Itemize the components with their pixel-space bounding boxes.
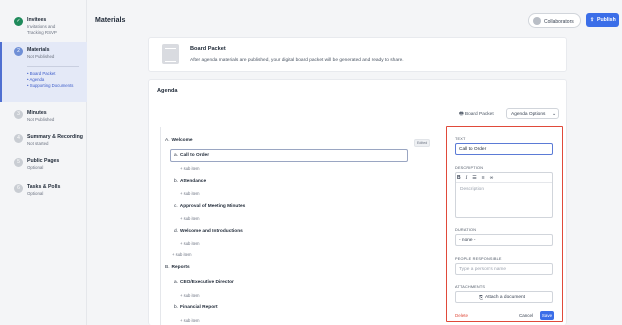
share-icon: ⇪ [590,16,595,23]
check-icon: ✓ [14,17,23,26]
avatar-icon [533,17,541,25]
step-title: Minutes [27,110,47,116]
document-icon [162,44,179,64]
agenda-section[interactable]: B. Reports [165,265,190,270]
description-label: DESCRIPTION [455,166,484,170]
people-responsible-label: PEOPLE RESPONSIBLE [455,257,502,261]
agenda-item[interactable]: c. Approval of Meeting Minutes [174,204,245,209]
step-title: Summary & Recording [27,134,83,140]
step-title: Tasks & Polls [27,184,61,190]
attach-document-label: Attach a document [485,295,525,300]
agenda-item[interactable]: a. Call to Order [174,153,209,158]
agenda-item[interactable]: d. Welcome and Introductions [174,229,243,234]
text-label: TEXT [455,137,466,141]
step-number: 5 [14,158,23,167]
people-responsible-input[interactable]: Type a person's name [455,263,553,275]
attach-document-button[interactable]: ⎘ Attach a document [455,291,553,303]
add-sub-item-link[interactable]: + sub item [180,293,199,298]
italic-icon[interactable]: I [466,176,468,181]
step-number: 6 [14,184,23,193]
board-packet-btn-label: Board Packet [464,112,494,117]
step-number: 3 [14,110,23,119]
collaborators-button[interactable]: Collaborators [528,13,581,28]
add-sub-item-link[interactable]: + sub item [180,166,199,171]
agenda-title: Agenda [157,88,178,94]
board-packet-title: Board Packet [190,46,226,52]
material-subitems: Board Packet Agenda Supporting Documents [27,71,73,90]
agenda-board-packet-button[interactable]: 🖶 Board Packet [459,111,494,119]
delete-button[interactable]: Delete [455,313,468,318]
chevron-down-icon: ⌄ [552,110,557,117]
agenda-options-button[interactable]: Agenda Options ⌄ [506,108,559,119]
board-packet-card: Board Packet After agenda materials are … [148,37,567,72]
step-subtitle: Optional [27,191,44,196]
duration-select[interactable]: - none - [455,234,553,246]
step-tasks-polls[interactable]: 6 Tasks & Polls Optional [0,180,87,200]
add-sub-item-link[interactable]: + sub item [180,191,199,196]
collaborators-label: Collaborators [544,18,574,25]
step-materials[interactable]: 2 Materials Not Published Board Packet A… [0,42,87,102]
add-sub-item-link[interactable]: + sub item [180,241,199,246]
add-sub-item-link[interactable]: + sub item [180,318,199,323]
step-subtitle: Optional [27,165,44,170]
bold-icon[interactable]: B [457,175,461,181]
step-subtitle: Tracking RSVP [27,30,57,35]
step-summary-recording[interactable]: 4 Summary & Recording Not started [0,130,87,150]
divider [27,66,79,67]
agenda-item[interactable]: b. Financial Report [174,305,218,310]
text-field-value: Call to Order [459,147,487,152]
toolbar-divider [456,182,552,183]
step-subtitle: Not Published [27,117,55,122]
sidebar: ✓ Invitees Invitations and Tracking RSVP… [0,0,87,325]
paperclip-icon: ⎘ [479,296,483,301]
step-title: Invitees [27,17,47,23]
step-subtitle: Invitations and [27,24,56,29]
page-title: Materials [95,17,126,24]
agenda-item[interactable]: a. CEO/Executive Director [174,280,234,285]
save-button[interactable]: Save [540,311,554,320]
agenda-options-label: Agenda Options [511,111,546,117]
list-guide-line [160,127,161,325]
board-packet-description: After agenda materials are published, yo… [190,58,404,63]
edited-badge: Edited [414,139,431,147]
add-sub-item-link[interactable]: + sub item [172,252,191,257]
duration-value: - none - [459,238,476,243]
rich-text-toolbar: B I ☰ ≡ ∞ [457,175,498,181]
agenda-item-editor: TEXT Call to Order DESCRIPTION Descripti… [446,126,563,322]
step-number: 2 [14,47,23,56]
step-public-pages[interactable]: 5 Public Pages Optional [0,154,87,174]
add-sub-item-link[interactable]: + sub item [180,216,199,221]
subitem-supporting-documents[interactable]: Supporting Documents [27,83,74,89]
agenda-section[interactable]: A. Welcome [165,138,193,143]
step-subtitle: Not started [27,141,49,146]
agenda-item[interactable]: b. Attendance [174,179,206,184]
bullet-list-icon[interactable]: ☰ [472,175,476,181]
description-placeholder: Description [460,187,484,192]
publish-button[interactable]: ⇪ Publish [586,13,619,27]
attachments-label: ATTACHMENTS [455,285,486,289]
numbered-list-icon[interactable]: ≡ [482,175,485,181]
step-subtitle: Not Published [27,54,55,59]
cancel-button[interactable]: Cancel [519,313,533,318]
step-title: Public Pages [27,158,60,164]
step-number: 4 [14,134,23,143]
step-invitees[interactable]: ✓ Invitees Invitations and Tracking RSVP [0,12,87,40]
duration-label: DURATION [455,228,477,232]
people-placeholder: Type a person's name [459,267,507,272]
link-icon[interactable]: ∞ [490,175,494,181]
step-minutes[interactable]: 3 Minutes Not Published [0,106,87,126]
step-title: Materials [27,47,50,53]
publish-label: Publish [597,17,616,23]
text-field[interactable]: Call to Order [455,143,553,155]
